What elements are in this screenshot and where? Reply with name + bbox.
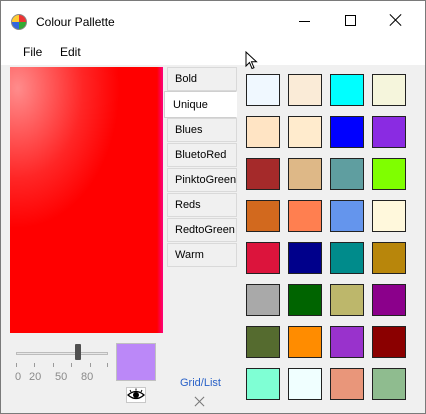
colour-swatch[interactable]	[288, 284, 322, 316]
colour-swatch[interactable]	[288, 74, 322, 106]
close-icon	[389, 13, 403, 27]
colour-swatch[interactable]	[288, 242, 322, 274]
colour-swatch[interactable]	[372, 284, 406, 316]
menu-edit[interactable]: Edit	[60, 45, 81, 59]
colour-swatch[interactable]	[288, 116, 322, 148]
colour-swatch[interactable]	[246, 74, 280, 106]
colour-swatch[interactable]	[288, 158, 322, 190]
tick-label: 80	[81, 371, 94, 383]
colour-swatch[interactable]	[372, 158, 406, 190]
slider-tick	[16, 363, 17, 367]
slider-ticks	[16, 363, 108, 367]
slider-tick	[34, 363, 35, 367]
colour-swatch[interactable]	[246, 200, 280, 232]
tick-label: 20	[29, 371, 42, 383]
colour-swatch[interactable]	[288, 368, 322, 400]
mouse-cursor-icon	[245, 51, 258, 70]
colour-spectrum-picker[interactable]	[10, 67, 163, 333]
colour-swatch[interactable]	[372, 116, 406, 148]
minimize-button[interactable]	[281, 1, 327, 39]
selected-colour-preview	[116, 343, 156, 381]
colour-swatch[interactable]	[246, 158, 280, 190]
window-title: Colour Pallette	[36, 15, 115, 29]
slider-tick	[71, 363, 72, 367]
tab-blues[interactable]: Blues	[167, 118, 237, 142]
close-icon[interactable]	[194, 396, 205, 407]
eye-icon[interactable]	[126, 387, 146, 403]
minimize-icon	[298, 20, 310, 22]
colour-swatch[interactable]	[246, 368, 280, 400]
opacity-slider-track[interactable]	[16, 352, 108, 355]
spectrum-shade	[10, 67, 163, 333]
colour-swatch[interactable]	[330, 158, 364, 190]
colour-swatch[interactable]	[246, 116, 280, 148]
tab-reds[interactable]: Reds	[167, 193, 237, 217]
colour-swatch[interactable]	[246, 284, 280, 316]
colour-swatch[interactable]	[372, 326, 406, 358]
slider-tick	[90, 363, 91, 367]
colour-swatch[interactable]	[330, 368, 364, 400]
tab-warm[interactable]: Warm	[167, 243, 237, 267]
maximize-button[interactable]	[327, 1, 373, 39]
colour-swatch[interactable]	[330, 116, 364, 148]
tab-redtogreen[interactable]: RedtoGreen	[167, 218, 237, 242]
colour-swatch[interactable]	[330, 74, 364, 106]
tab-bluetored[interactable]: BluetoRed	[167, 143, 237, 167]
colour-swatch[interactable]	[372, 242, 406, 274]
opacity-slider-thumb[interactable]	[75, 344, 81, 360]
menu-bar: File Edit	[1, 39, 425, 65]
colour-swatch[interactable]	[372, 368, 406, 400]
colour-swatch[interactable]	[246, 242, 280, 274]
tab-bold[interactable]: Bold	[167, 67, 237, 91]
colour-swatch[interactable]	[372, 200, 406, 232]
colour-swatch[interactable]	[330, 200, 364, 232]
main-content: 0 20 50 80 Bold Unique Blues BluetoRed P…	[1, 65, 425, 413]
colour-swatch[interactable]	[288, 200, 322, 232]
tab-pinktogreen[interactable]: PinktoGreen	[167, 168, 237, 192]
tick-label: 50	[55, 371, 68, 383]
colour-pallette-window: Colour Pallette File Edit 0 20 50 80 Bol…	[0, 0, 426, 414]
colour-swatch[interactable]	[330, 326, 364, 358]
colour-swatch[interactable]	[372, 74, 406, 106]
swatch-grid	[238, 65, 425, 413]
colour-swatch[interactable]	[330, 284, 364, 316]
title-bar[interactable]: Colour Pallette	[1, 1, 425, 39]
colour-swatch[interactable]	[330, 242, 364, 274]
colour-swatch[interactable]	[288, 326, 322, 358]
colour-swatch[interactable]	[246, 326, 280, 358]
slider-tick	[53, 363, 54, 367]
close-button[interactable]	[373, 1, 419, 39]
maximize-icon	[344, 14, 356, 26]
tab-unique[interactable]: Unique	[164, 91, 237, 118]
slider-tick	[107, 363, 108, 367]
grid-list-toggle-link[interactable]: Grid/List	[180, 377, 221, 389]
palette-app-icon	[11, 14, 27, 30]
spectrum-edge	[157, 67, 163, 333]
menu-file[interactable]: File	[23, 45, 42, 59]
tick-label: 0	[15, 371, 22, 383]
